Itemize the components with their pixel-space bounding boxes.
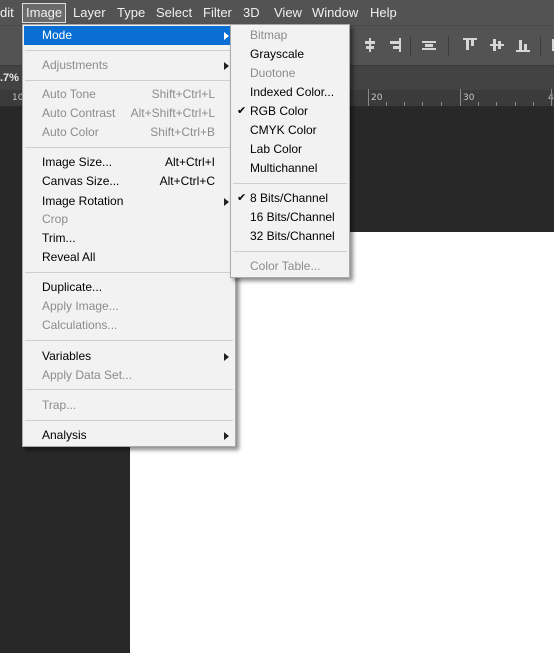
menu-item-auto-color[interactable]: Auto Color Shift+Ctrl+B	[24, 123, 234, 142]
menu-edit[interactable]: dit	[0, 3, 17, 23]
ruler-label: 20	[371, 93, 383, 103]
menu-separator	[25, 50, 233, 51]
menu-window[interactable]: Window	[309, 3, 361, 23]
menu-bar: dit Image Layer Type Select Filter 3D Vi…	[0, 0, 554, 25]
distribute-icon[interactable]	[422, 38, 436, 52]
checkmark-icon: ✔	[237, 105, 247, 117]
menu-item-crop[interactable]: Crop	[24, 210, 234, 229]
ruler-tick	[460, 89, 461, 106]
menu-item-color-table[interactable]: Color Table...	[232, 257, 348, 276]
menu-item-cmyk-color[interactable]: CMYK Color	[232, 121, 348, 140]
menu-separator	[25, 389, 233, 390]
align-right-edges-icon[interactable]	[387, 38, 401, 52]
menu-item-apply-image[interactable]: Apply Image...	[24, 297, 234, 316]
menu-item-8-bits[interactable]: ✔ 8 Bits/Channel	[232, 189, 348, 208]
submenu-arrow-icon	[224, 353, 229, 361]
menu-item-trap[interactable]: Trap...	[24, 396, 234, 415]
menu-item-image-rotation[interactable]: Image Rotation	[24, 192, 234, 211]
ruler-tick	[515, 102, 516, 106]
options-separator	[448, 36, 449, 56]
menu-item-multichannel[interactable]: Multichannel	[232, 159, 348, 178]
menu-help[interactable]: Help	[367, 3, 400, 23]
image-menu: Mode Adjustments Auto Tone Shift+Ctrl+L …	[22, 24, 236, 447]
menu-image[interactable]: Image	[22, 3, 67, 23]
menu-item-duotone[interactable]: Duotone	[232, 64, 348, 83]
menu-item-canvas-size[interactable]: Canvas Size... Alt+Ctrl+C	[24, 172, 234, 191]
menu-select[interactable]: Select	[153, 3, 195, 23]
menu-separator	[25, 147, 233, 148]
menu-item-adjustments[interactable]: Adjustments	[24, 56, 234, 75]
menu-separator	[25, 80, 233, 81]
menu-separator	[25, 420, 233, 421]
menu-separator	[25, 340, 233, 341]
menu-item-32-bits[interactable]: 32 Bits/Channel	[232, 227, 348, 246]
menu-item-variables[interactable]: Variables	[24, 347, 234, 366]
menu-separator	[233, 183, 347, 184]
submenu-arrow-icon	[224, 432, 229, 440]
align-bottom-edges-icon[interactable]	[516, 38, 530, 52]
options-separator	[410, 36, 411, 56]
menu-3d[interactable]: 3D	[240, 3, 263, 23]
checkmark-icon: ✔	[237, 192, 247, 204]
submenu-arrow-icon	[224, 62, 229, 70]
ruler-label: 30	[463, 93, 475, 103]
ruler-tick	[368, 89, 369, 106]
menu-item-lab-color[interactable]: Lab Color	[232, 140, 348, 159]
submenu-arrow-icon	[224, 32, 229, 40]
menu-item-auto-tone[interactable]: Auto Tone Shift+Ctrl+L	[24, 85, 234, 104]
menu-type[interactable]: Type	[114, 3, 148, 23]
menu-item-bitmap[interactable]: Bitmap	[232, 26, 348, 45]
menu-item-auto-contrast[interactable]: Auto Contrast Alt+Shift+Ctrl+L	[24, 104, 234, 123]
menu-layer[interactable]: Layer	[70, 3, 109, 23]
options-separator	[540, 36, 541, 56]
menu-item-indexed-color[interactable]: Indexed Color...	[232, 83, 348, 102]
align-vertical-centers-icon[interactable]	[363, 38, 377, 52]
menu-filter[interactable]: Filter	[200, 3, 235, 23]
menu-item-apply-data-set[interactable]: Apply Data Set...	[24, 366, 234, 385]
menu-item-calculations[interactable]: Calculations...	[24, 316, 234, 335]
ruler-tick	[404, 102, 405, 106]
align-top-edges-icon[interactable]	[463, 38, 477, 52]
menu-item-trim[interactable]: Trim...	[24, 229, 234, 248]
zoom-level: .7%	[0, 72, 19, 84]
menu-item-rgb-color[interactable]: ✔ RGB Color	[232, 102, 348, 121]
submenu-arrow-icon	[224, 198, 229, 206]
menu-item-image-size[interactable]: Image Size... Alt+Ctrl+I	[24, 153, 234, 172]
menu-separator	[25, 272, 233, 273]
ruler-tick	[422, 102, 423, 106]
menu-item-duplicate[interactable]: Duplicate...	[24, 278, 234, 297]
ruler-tick	[478, 102, 479, 106]
distribute-left-icon[interactable]	[548, 38, 554, 52]
menu-item-reveal-all[interactable]: Reveal All	[24, 248, 234, 267]
ruler-tick	[386, 102, 387, 106]
align-horizontal-centers-icon[interactable]	[490, 38, 504, 52]
menu-view[interactable]: View	[271, 3, 305, 23]
menu-item-mode[interactable]: Mode	[24, 26, 234, 45]
ruler-tick	[551, 89, 552, 106]
ruler-tick	[533, 102, 534, 106]
ruler-tick	[496, 102, 497, 106]
ruler-tick	[441, 102, 442, 106]
menu-separator	[233, 251, 347, 252]
mode-submenu: Bitmap Grayscale Duotone Indexed Color..…	[230, 24, 350, 278]
menu-item-grayscale[interactable]: Grayscale	[232, 45, 348, 64]
menu-item-analysis[interactable]: Analysis	[24, 426, 234, 445]
menu-item-16-bits[interactable]: 16 Bits/Channel	[232, 208, 348, 227]
